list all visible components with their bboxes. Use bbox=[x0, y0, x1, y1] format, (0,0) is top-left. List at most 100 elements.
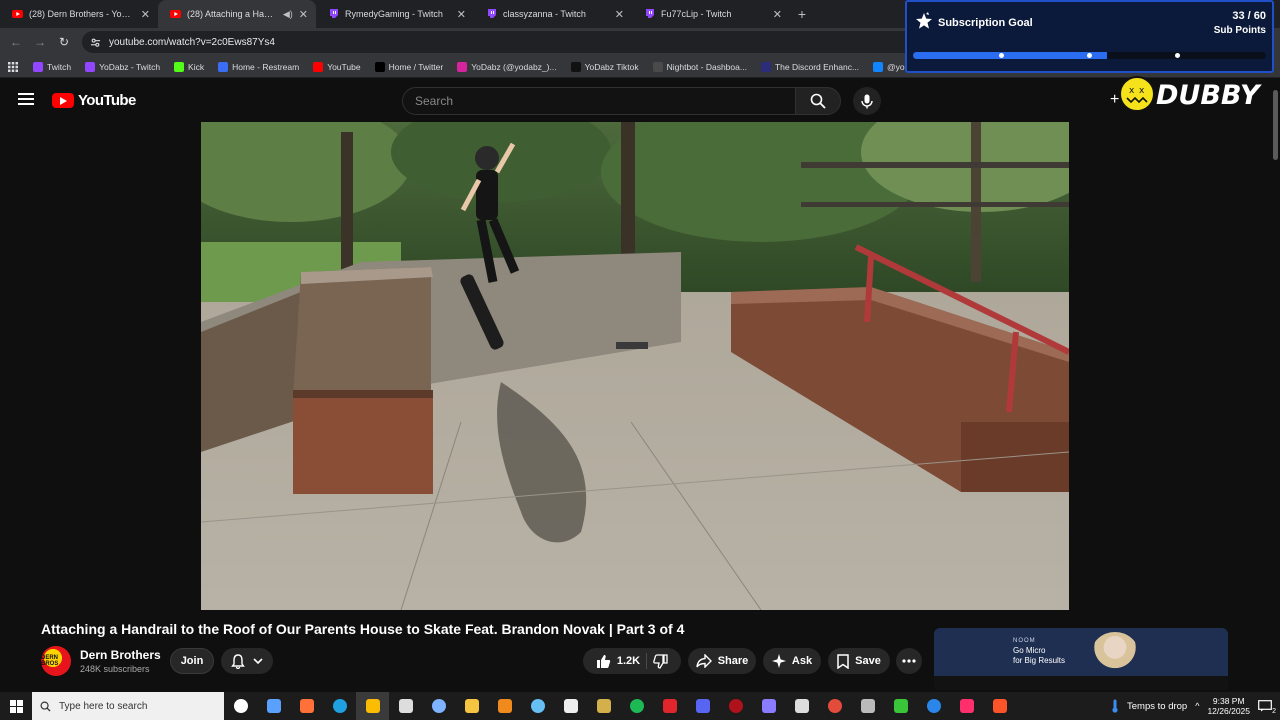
dislike-button[interactable] bbox=[653, 653, 668, 669]
chevron-up-icon[interactable]: ^ bbox=[1195, 701, 1199, 711]
back-icon[interactable]: ← bbox=[6, 32, 26, 52]
brave-icon[interactable] bbox=[983, 692, 1016, 720]
close-tab-icon[interactable]: ✕ bbox=[299, 8, 308, 21]
search-icon bbox=[40, 701, 51, 712]
davinci-icon[interactable] bbox=[818, 692, 851, 720]
twitch-icon bbox=[644, 9, 655, 20]
bookmark-item[interactable]: YoDabz - Twitch bbox=[80, 61, 165, 72]
app-glyph bbox=[728, 699, 743, 713]
firefox-icon[interactable] bbox=[290, 692, 323, 720]
channel-avatar[interactable]: DERN BROS bbox=[41, 646, 71, 676]
bookmark-label: YoDabz (@yodabz_)... bbox=[471, 61, 557, 72]
share-button[interactable]: Share bbox=[688, 648, 756, 674]
new-tab-button[interactable]: + bbox=[790, 0, 814, 28]
sponsored-ad-card[interactable]: NOOM Go Micro for Big Results bbox=[934, 628, 1228, 690]
clock-date: 12/26/2025 bbox=[1207, 706, 1250, 716]
x-icon bbox=[374, 61, 385, 72]
vlc-icon[interactable] bbox=[488, 692, 521, 720]
app-dark-red-icon[interactable] bbox=[719, 692, 752, 720]
bookmark-item[interactable]: YouTube bbox=[308, 61, 365, 72]
more-actions-button[interactable] bbox=[896, 648, 922, 674]
circle-app-icon[interactable] bbox=[917, 692, 950, 720]
obs-icon[interactable] bbox=[389, 692, 422, 720]
browser-tab[interactable]: (28) Attaching a Handrail to ◀) ✕ bbox=[158, 0, 316, 28]
browser-tab[interactable]: RymedyGaming - Twitch ✕ bbox=[316, 0, 474, 28]
xbox-icon[interactable] bbox=[884, 692, 917, 720]
video-player[interactable] bbox=[201, 122, 1069, 610]
app-glyph bbox=[662, 699, 677, 713]
bookmark-item[interactable]: Nightbot - Dashboa... bbox=[648, 61, 752, 72]
app-glyph bbox=[233, 699, 248, 713]
youtube-icon bbox=[313, 61, 324, 72]
ask-button[interactable]: Ask bbox=[763, 648, 821, 674]
sparkle-icon bbox=[771, 654, 786, 668]
discord-icon[interactable] bbox=[686, 692, 719, 720]
menu-icon[interactable] bbox=[18, 93, 34, 105]
video-frame-image bbox=[201, 122, 1069, 610]
youtube-play-icon bbox=[52, 93, 74, 108]
app-glyph bbox=[926, 699, 941, 713]
app-glyph bbox=[827, 699, 842, 713]
browser-tab[interactable]: Fu77cLip - Twitch ✕ bbox=[632, 0, 790, 28]
close-tab-icon[interactable]: ✕ bbox=[615, 8, 624, 21]
bell-icon bbox=[231, 653, 245, 669]
youtube-logo[interactable]: YouTube bbox=[52, 92, 136, 109]
tiktok-icon[interactable] bbox=[950, 692, 983, 720]
start-button[interactable] bbox=[0, 692, 32, 720]
feather-icon[interactable] bbox=[752, 692, 785, 720]
bookmark-item[interactable]: YoDabz Tiktok bbox=[566, 61, 644, 72]
taskbar-search-input[interactable]: Type here to search bbox=[32, 692, 224, 720]
scrollbar-thumb[interactable] bbox=[1273, 90, 1278, 160]
channel-name[interactable]: Dern Brothers bbox=[80, 648, 161, 662]
clock[interactable]: 9:38 PM 12/26/2025 bbox=[1207, 696, 1250, 716]
storage-icon[interactable] bbox=[851, 692, 884, 720]
apps-grid-icon[interactable] bbox=[8, 61, 18, 72]
browser-tab[interactable]: classyzanna - Twitch ✕ bbox=[474, 0, 632, 28]
settings-icon[interactable] bbox=[785, 692, 818, 720]
weather-thermometer-icon bbox=[1112, 699, 1118, 713]
voice-search-button[interactable] bbox=[853, 87, 881, 115]
search-placeholder: Search bbox=[415, 94, 454, 108]
ad-headline-line2: for Big Results bbox=[1013, 656, 1066, 665]
more-horizontal-icon bbox=[902, 659, 916, 663]
chrome-icon[interactable] bbox=[356, 692, 389, 720]
save-button[interactable]: Save bbox=[828, 648, 890, 674]
search-input[interactable]: Search bbox=[402, 87, 796, 115]
edge-icon[interactable] bbox=[323, 692, 356, 720]
page-scrollbar[interactable] bbox=[1271, 78, 1280, 690]
epic-games-icon[interactable] bbox=[554, 692, 587, 720]
reload-icon[interactable]: ↻ bbox=[54, 32, 74, 52]
close-tab-icon[interactable]: ✕ bbox=[773, 8, 782, 21]
notification-center-icon[interactable]: 2 bbox=[1258, 700, 1276, 715]
task-view-icon[interactable] bbox=[224, 692, 257, 720]
steam-icon[interactable] bbox=[521, 692, 554, 720]
network-icon[interactable] bbox=[422, 692, 455, 720]
app-red-icon[interactable] bbox=[653, 692, 686, 720]
ask-label: Ask bbox=[791, 655, 813, 667]
bookmark-item[interactable]: The Discord Enhanc... bbox=[756, 61, 864, 72]
bookmark-item[interactable]: Twitch bbox=[28, 61, 76, 72]
folder-icon[interactable] bbox=[587, 692, 620, 720]
like-button[interactable]: 1.2K bbox=[596, 654, 640, 669]
site-info-icon[interactable] bbox=[90, 37, 101, 48]
close-tab-icon[interactable]: ✕ bbox=[141, 8, 150, 21]
spotify-icon[interactable] bbox=[620, 692, 653, 720]
app-glyph bbox=[332, 699, 347, 713]
close-tab-icon[interactable]: ✕ bbox=[457, 8, 466, 21]
audio-playing-icon[interactable]: ◀) bbox=[283, 9, 293, 20]
forward-icon[interactable]: → bbox=[30, 32, 50, 52]
bookmark-item[interactable]: Kick bbox=[169, 61, 209, 72]
bookmark-item[interactable]: YoDabz (@yodabz_)... bbox=[452, 61, 561, 72]
bookmark-item[interactable]: Home / Twitter bbox=[370, 61, 449, 72]
copilot-icon[interactable] bbox=[257, 692, 290, 720]
file-explorer-icon[interactable] bbox=[455, 692, 488, 720]
browser-tab[interactable]: (28) Dern Brothers - YouTube ✕ bbox=[0, 0, 158, 28]
svg-text:x: x bbox=[1139, 86, 1145, 96]
join-button[interactable]: Join bbox=[170, 648, 214, 674]
like-count: 1.2K bbox=[616, 655, 641, 667]
bookmark-item[interactable]: Home - Restream bbox=[213, 61, 304, 72]
notifications-button[interactable] bbox=[221, 648, 273, 674]
search-button[interactable] bbox=[795, 87, 841, 115]
weather-text[interactable]: Temps to drop bbox=[1127, 701, 1187, 712]
address-bar[interactable]: youtube.com/watch?v=2c0Ews87Ys4 bbox=[82, 31, 922, 53]
